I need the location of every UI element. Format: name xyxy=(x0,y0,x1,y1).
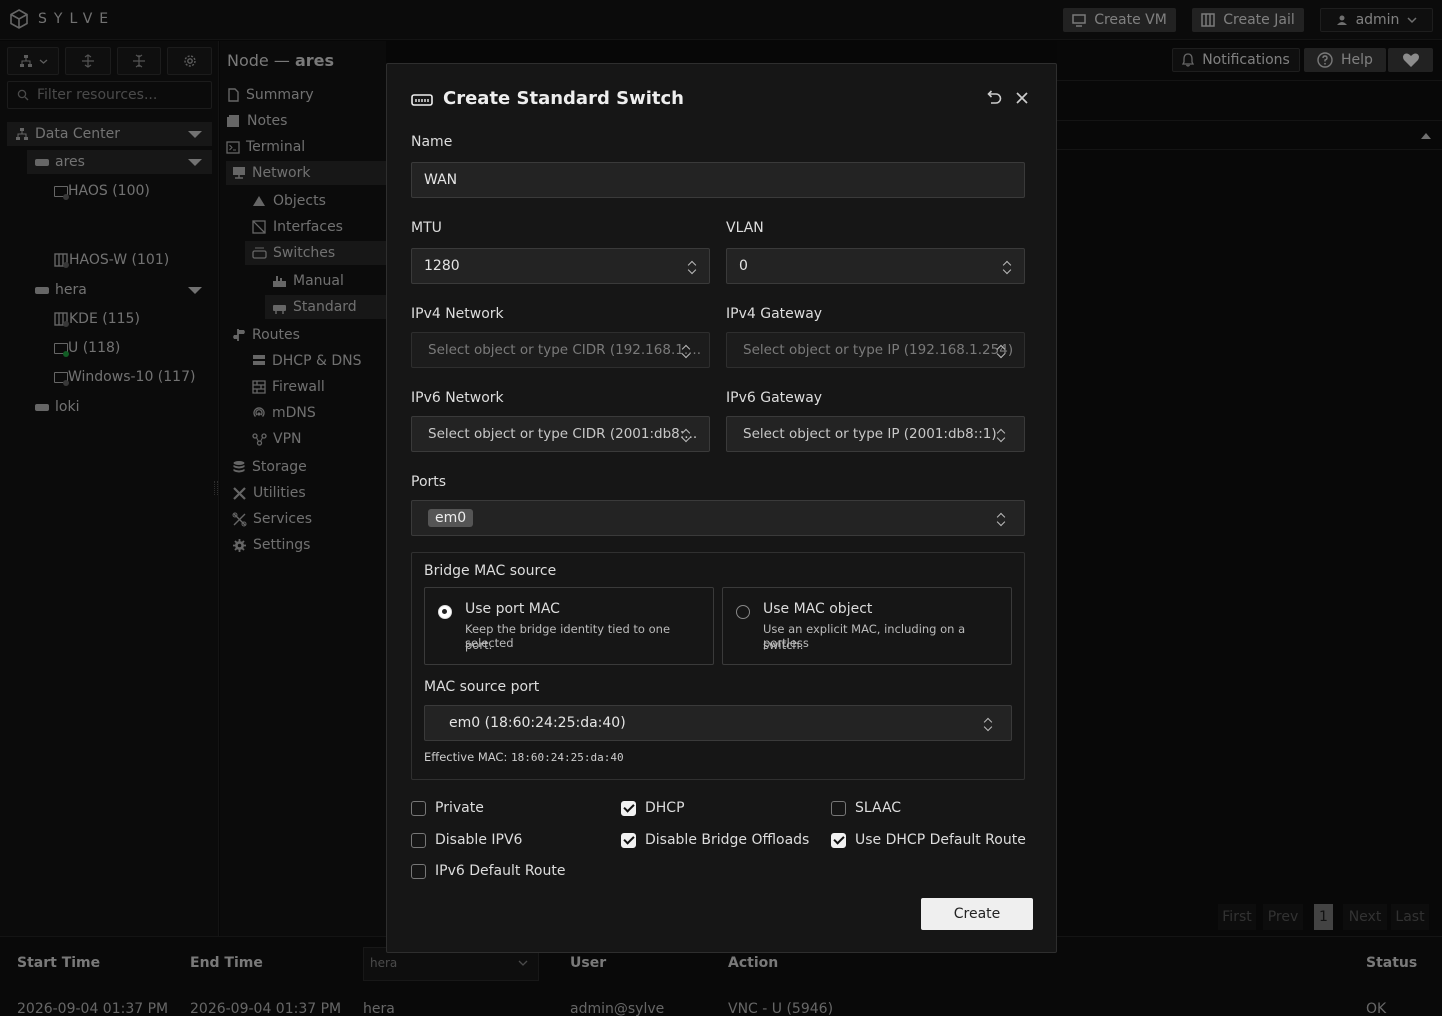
ipv6-gateway-placeholder: Select object or type IP (2001:db8::1) xyxy=(743,426,997,442)
vlan-input[interactable]: 0 xyxy=(726,248,1025,284)
select-arrows-icon xyxy=(681,343,691,359)
private-label: Private xyxy=(435,800,484,816)
effective-mac: Effective MAC: 18:60:24:25:da:40 xyxy=(424,750,624,764)
dialog-title: Create Standard Switch xyxy=(443,88,684,109)
vlan-label: VLAN xyxy=(726,220,764,236)
switch-icon xyxy=(411,93,433,106)
create-button[interactable]: Create xyxy=(921,898,1033,930)
select-arrows-icon xyxy=(681,427,691,443)
ipv6-network-label: IPv6 Network xyxy=(411,390,504,406)
name-input[interactable]: WAN xyxy=(411,162,1025,198)
stepper-icon[interactable] xyxy=(1002,259,1012,275)
slaac-label: SLAAC xyxy=(855,800,902,816)
mac-port-label: MAC source port xyxy=(424,679,540,695)
mtu-label: MTU xyxy=(411,220,442,236)
stepper-icon[interactable] xyxy=(687,259,697,275)
select-arrows-icon xyxy=(996,511,1006,527)
ipv4-gateway-label: IPv4 Gateway xyxy=(726,306,823,322)
opt-obj-title: Use MAC object xyxy=(763,601,873,617)
ports-label: Ports xyxy=(411,474,447,490)
radio-port-mac[interactable] xyxy=(438,605,452,619)
name-value: WAN xyxy=(424,172,458,188)
opt-port-desc-1: Keep the bridge identity tied to one sel… xyxy=(465,622,671,650)
mac-source-section: Bridge MAC source Use port MAC Keep the … xyxy=(411,552,1025,780)
ipv4-network-label: IPv4 Network xyxy=(411,306,504,322)
dhcp-default-route-label: Use DHCP Default Route xyxy=(855,832,1026,848)
checkbox-private[interactable] xyxy=(411,801,426,816)
reset-icon[interactable] xyxy=(985,89,1003,107)
option-mac-object[interactable]: Use MAC object Use an explicit MAC, incl… xyxy=(722,587,1012,665)
opt-port-title: Use port MAC xyxy=(465,601,560,617)
radio-mac-object[interactable] xyxy=(736,605,750,619)
dialog-header: Create Standard Switch xyxy=(411,88,684,109)
ports-select[interactable]: em0 xyxy=(411,500,1025,536)
checkbox-disable-ipv6[interactable] xyxy=(411,833,426,848)
option-port-mac[interactable]: Use port MAC Keep the bridge identity ti… xyxy=(424,587,714,665)
select-arrows-icon xyxy=(983,716,993,732)
name-label: Name xyxy=(411,134,453,150)
checkbox-ipv6-default-route[interactable] xyxy=(411,864,426,879)
ipv4-gateway-select[interactable]: Select object or type IP (192.168.1.254) xyxy=(726,332,1025,368)
ipv6-default-route-label: IPv6 Default Route xyxy=(435,863,566,879)
ipv6-network-placeholder: Select object or type CIDR (2001:db8:... xyxy=(428,426,698,442)
port-chip[interactable]: em0 xyxy=(428,509,474,527)
disable-ipv6-label: Disable IPV6 xyxy=(435,832,523,848)
effective-mac-label: Effective MAC: xyxy=(424,750,508,764)
ipv6-network-select[interactable]: Select object or type CIDR (2001:db8:... xyxy=(411,416,710,452)
disable-offloads-label: Disable Bridge Offloads xyxy=(645,832,810,848)
effective-mac-value: 18:60:24:25:da:40 xyxy=(510,751,624,764)
mtu-input[interactable]: 1280 xyxy=(411,248,710,284)
mac-source-label: Bridge MAC source xyxy=(424,563,557,579)
mac-port-select[interactable]: em0 (18:60:24:25:da:40) xyxy=(424,705,1012,741)
dhcp-label: DHCP xyxy=(645,800,685,816)
opt-obj-desc-2: switch. xyxy=(763,638,804,652)
checkbox-dhcp-default-route[interactable] xyxy=(831,833,846,848)
checkbox-dhcp[interactable] xyxy=(621,801,636,816)
mac-port-value: em0 (18:60:24:25:da:40) xyxy=(449,715,626,731)
checkbox-slaac[interactable] xyxy=(831,801,846,816)
close-icon[interactable] xyxy=(1015,91,1029,105)
create-switch-dialog: Create Standard Switch Name WAN MTU 1280… xyxy=(386,63,1057,953)
select-arrows-icon xyxy=(996,343,1006,359)
opt-port-desc-2: port. xyxy=(465,638,493,652)
ipv4-gateway-placeholder: Select object or type IP (192.168.1.254) xyxy=(743,342,1014,358)
select-arrows-icon xyxy=(996,427,1006,443)
ipv4-network-select[interactable]: Select object or type CIDR (192.168.1...… xyxy=(411,332,710,368)
mtu-value: 1280 xyxy=(424,258,460,274)
checkbox-disable-offloads[interactable] xyxy=(621,833,636,848)
ipv4-network-placeholder: Select object or type CIDR (192.168.1...… xyxy=(428,342,701,358)
ipv6-gateway-label: IPv6 Gateway xyxy=(726,390,823,406)
vlan-value: 0 xyxy=(739,258,748,274)
ipv6-gateway-select[interactable]: Select object or type IP (2001:db8::1) xyxy=(726,416,1025,452)
